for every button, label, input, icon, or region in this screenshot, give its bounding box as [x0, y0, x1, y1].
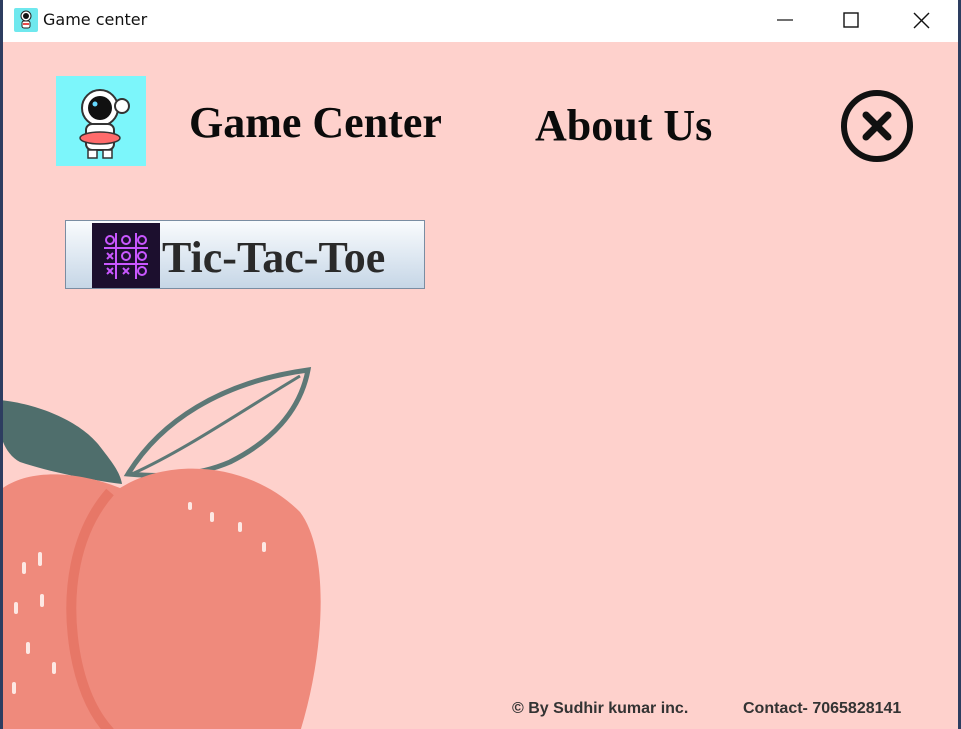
astronaut-icon: [14, 8, 38, 32]
footer-copyright: © By Sudhir kumar inc.: [512, 700, 689, 717]
window-title: Game center: [43, 10, 148, 29]
nav-game-center[interactable]: Game Center: [189, 97, 442, 148]
main-content: Game Center About Us Tic-Tac-Toe © By Su…: [3, 42, 958, 729]
game-center-window: Game center Game Center About Us Tic-Tac…: [0, 0, 961, 729]
nav-about-us[interactable]: About Us: [535, 100, 712, 151]
close-icon: [913, 12, 930, 29]
maximize-icon: [843, 12, 859, 28]
close-app-button[interactable]: [839, 88, 915, 164]
maximize-button[interactable]: [821, 0, 881, 42]
title-bar: Game center: [3, 0, 958, 42]
footer-contact: Contact- 7065828141: [743, 700, 902, 717]
circle-x-icon: [841, 90, 913, 162]
minimize-button[interactable]: [755, 0, 815, 42]
peach-illustration: [3, 367, 321, 729]
tic-tac-toe-neon-icon: [92, 223, 160, 288]
tic-tac-toe-button[interactable]: Tic-Tac-Toe: [65, 220, 425, 289]
close-window-button[interactable]: [891, 0, 951, 42]
tic-tac-toe-label: Tic-Tac-Toe: [162, 233, 386, 282]
astronaut-logo: [56, 76, 146, 166]
minimize-icon: [777, 19, 793, 21]
